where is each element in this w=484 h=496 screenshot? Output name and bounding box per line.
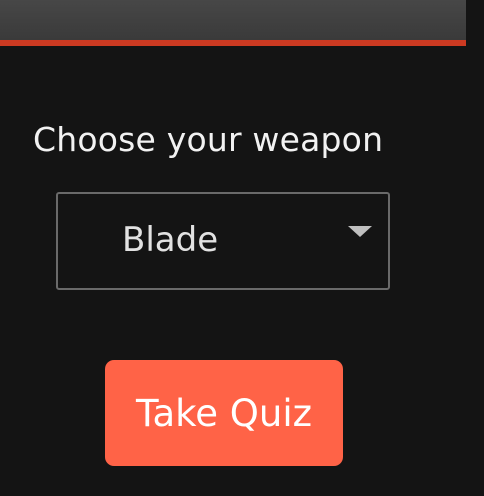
right-gutter — [466, 0, 484, 496]
weapon-select[interactable]: Blade — [56, 192, 390, 290]
take-quiz-button[interactable]: Take Quiz — [105, 360, 343, 466]
top-bar — [0, 0, 466, 40]
weapon-selected-value: Blade — [122, 220, 219, 260]
weapon-prompt-label: Choose your weapon — [33, 120, 384, 159]
quiz-page: Choose your weapon Blade Take Quiz — [0, 0, 484, 496]
top-accent-stripe — [0, 40, 466, 46]
chevron-down-icon — [348, 226, 372, 237]
